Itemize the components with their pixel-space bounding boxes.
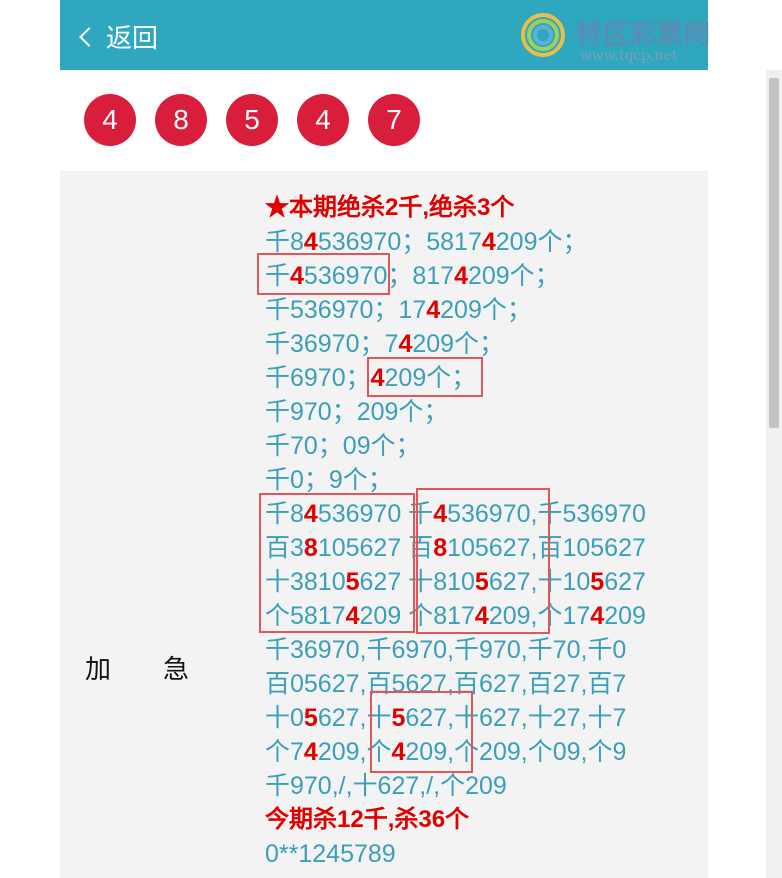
page: 返回 4 8 5 4 7 加急 ★本期绝杀2千,绝杀3个 千84536970；58…: [60, 0, 708, 878]
logo-url: www.tqcp.net: [580, 48, 678, 64]
ball-4: 4: [297, 94, 349, 146]
line-text: 209个；: [440, 296, 532, 324]
line-text: 千36970,千6970,千970,千70,千0: [265, 636, 627, 664]
prediction-line: 千70；09个；: [265, 429, 705, 463]
prediction-line: 千36970,千6970,千970,千70,千0: [265, 633, 705, 667]
line-text: 627: [604, 568, 646, 596]
ball-5: 7: [368, 94, 420, 146]
logo-text: 特区彩票网: [576, 20, 712, 50]
prediction-line: 今期杀12千,杀36个: [265, 803, 705, 837]
chevron-left-icon: [79, 27, 99, 47]
back-label: 返回: [106, 23, 159, 54]
line-text: 千8: [265, 228, 304, 256]
draw-balls: 4 8 5 4 7: [84, 94, 439, 146]
line-text: 千0；9个；: [265, 466, 393, 494]
row-label-char-1: 加: [85, 655, 112, 685]
line-text: 209个；: [467, 262, 560, 290]
line-text: 209: [604, 602, 646, 630]
highlight-digit: 5: [303, 704, 318, 732]
ball-3: 5: [226, 94, 278, 146]
prediction-panel: 加急 ★本期绝杀2千,绝杀3个 千84536970；58174209个； 千4536…: [60, 171, 708, 878]
line-text: 千970；209个；: [265, 398, 449, 426]
line-text: 0**1245789: [265, 840, 396, 868]
scrollbar[interactable]: [766, 70, 782, 878]
line-text: 209个；: [412, 330, 505, 358]
ball-2: 8: [155, 94, 207, 146]
prediction-line: 千536970；174209个；: [265, 293, 705, 327]
prediction-line: 百05627,百5627,百627,百27,百7: [265, 667, 705, 701]
prediction-line: 0**1245789: [265, 837, 705, 871]
row-label-char-2: 急: [163, 655, 190, 685]
line-text: 个7: [265, 738, 304, 766]
highlight-digit: 4: [303, 228, 318, 256]
highlight-digit: 4: [303, 738, 318, 766]
scrollbar-thumb[interactable]: [769, 78, 779, 428]
line-text: 209个；: [495, 228, 588, 256]
highlight-box: [370, 691, 473, 773]
line-text: 千536970；17: [265, 296, 427, 324]
highlight-digit: 4: [454, 262, 468, 290]
highlight-digit: 4: [398, 330, 413, 358]
prediction-line: 千6970；4209个；: [265, 361, 705, 395]
line-text: 536970；5817: [317, 228, 482, 256]
highlight-box: [367, 357, 483, 397]
prediction-line: 十05627,十5627,十627,十27,十7: [265, 701, 705, 735]
highlight-digit: 4: [426, 296, 441, 324]
line-text: 千6970；: [265, 364, 371, 392]
prediction-line: 千970；209个；: [265, 395, 705, 429]
highlight-box: [416, 488, 550, 634]
highlight-digit: 4: [481, 228, 496, 256]
highlight-box: [259, 493, 415, 633]
line-text: 今期杀12千,杀36个: [265, 806, 470, 833]
prediction-line: 个74209,个4209,个209,个09,个9: [265, 735, 705, 769]
line-text: 千70；09个；: [265, 432, 421, 460]
line-text: 千36970；7: [265, 330, 399, 358]
prediction-line: ★本期绝杀2千,绝杀3个: [265, 191, 705, 225]
highlight-digit: 5: [590, 568, 605, 596]
ball-1: 4: [84, 94, 136, 146]
prediction-line: 千36970；74209个；: [265, 327, 705, 361]
highlight-box: [257, 253, 390, 295]
prediction-line: 千970,/,十627,/,个209: [265, 769, 705, 803]
highlight-digit: 4: [590, 602, 605, 630]
site-logo: 特区彩票网 www.tqcp.net: [520, 6, 760, 66]
line-text: 十0: [265, 704, 304, 732]
line-text: 千970,/,十627,/,个209: [265, 772, 507, 800]
line-text: ★本期绝杀2千,绝杀3个: [265, 194, 515, 221]
logo-swirl-icon: [521, 13, 565, 57]
back-button[interactable]: 返回: [79, 18, 159, 54]
row-label: 加急: [85, 649, 189, 686]
